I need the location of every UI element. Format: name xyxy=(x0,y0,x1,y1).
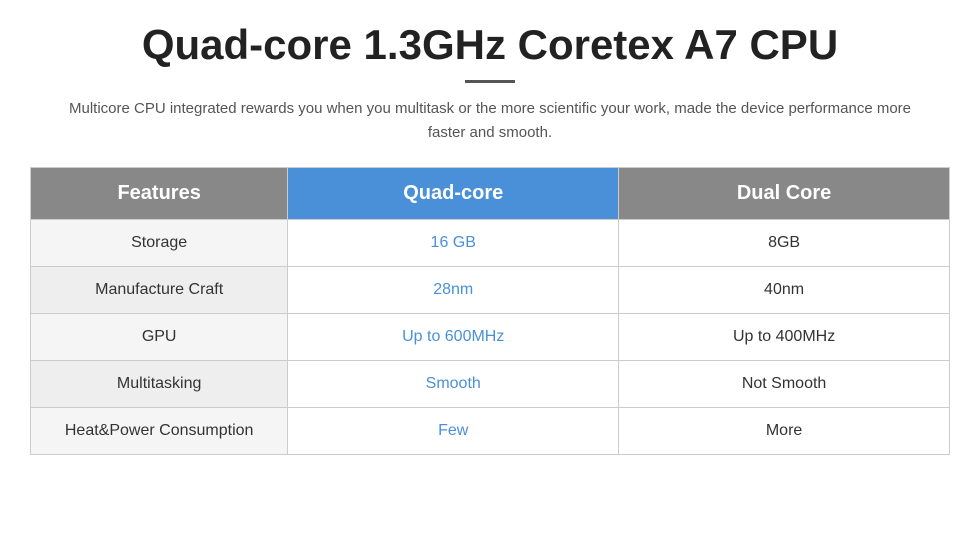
cell-dual-value: Not Smooth xyxy=(619,361,950,408)
table-row: Heat&Power ConsumptionFewMore xyxy=(31,408,950,455)
table-row: Storage16 GB8GB xyxy=(31,220,950,267)
table-header-row: Features Quad-core Dual Core xyxy=(31,168,950,220)
cell-feature: Storage xyxy=(31,220,288,267)
cell-quad-value: 28nm xyxy=(288,267,619,314)
cell-feature: Heat&Power Consumption xyxy=(31,408,288,455)
title-divider xyxy=(465,80,515,83)
cell-quad-value: Up to 600MHz xyxy=(288,314,619,361)
cell-feature: Manufacture Craft xyxy=(31,267,288,314)
cell-quad-value: 16 GB xyxy=(288,220,619,267)
cell-dual-value: Up to 400MHz xyxy=(619,314,950,361)
header-dual: Dual Core xyxy=(619,168,950,220)
cell-dual-value: 40nm xyxy=(619,267,950,314)
cell-feature: Multitasking xyxy=(31,361,288,408)
comparison-table: Features Quad-core Dual Core Storage16 G… xyxy=(30,167,950,455)
table-row: MultitaskingSmoothNot Smooth xyxy=(31,361,950,408)
cell-dual-value: More xyxy=(619,408,950,455)
cell-feature: GPU xyxy=(31,314,288,361)
table-row: Manufacture Craft28nm40nm xyxy=(31,267,950,314)
header-quad: Quad-core xyxy=(288,168,619,220)
page-title: Quad-core 1.3GHz Coretex A7 CPU xyxy=(142,20,838,70)
cell-dual-value: 8GB xyxy=(619,220,950,267)
cell-quad-value: Smooth xyxy=(288,361,619,408)
table-row: GPUUp to 600MHzUp to 400MHz xyxy=(31,314,950,361)
header-features: Features xyxy=(31,168,288,220)
subtitle: Multicore CPU integrated rewards you whe… xyxy=(60,97,920,145)
cell-quad-value: Few xyxy=(288,408,619,455)
